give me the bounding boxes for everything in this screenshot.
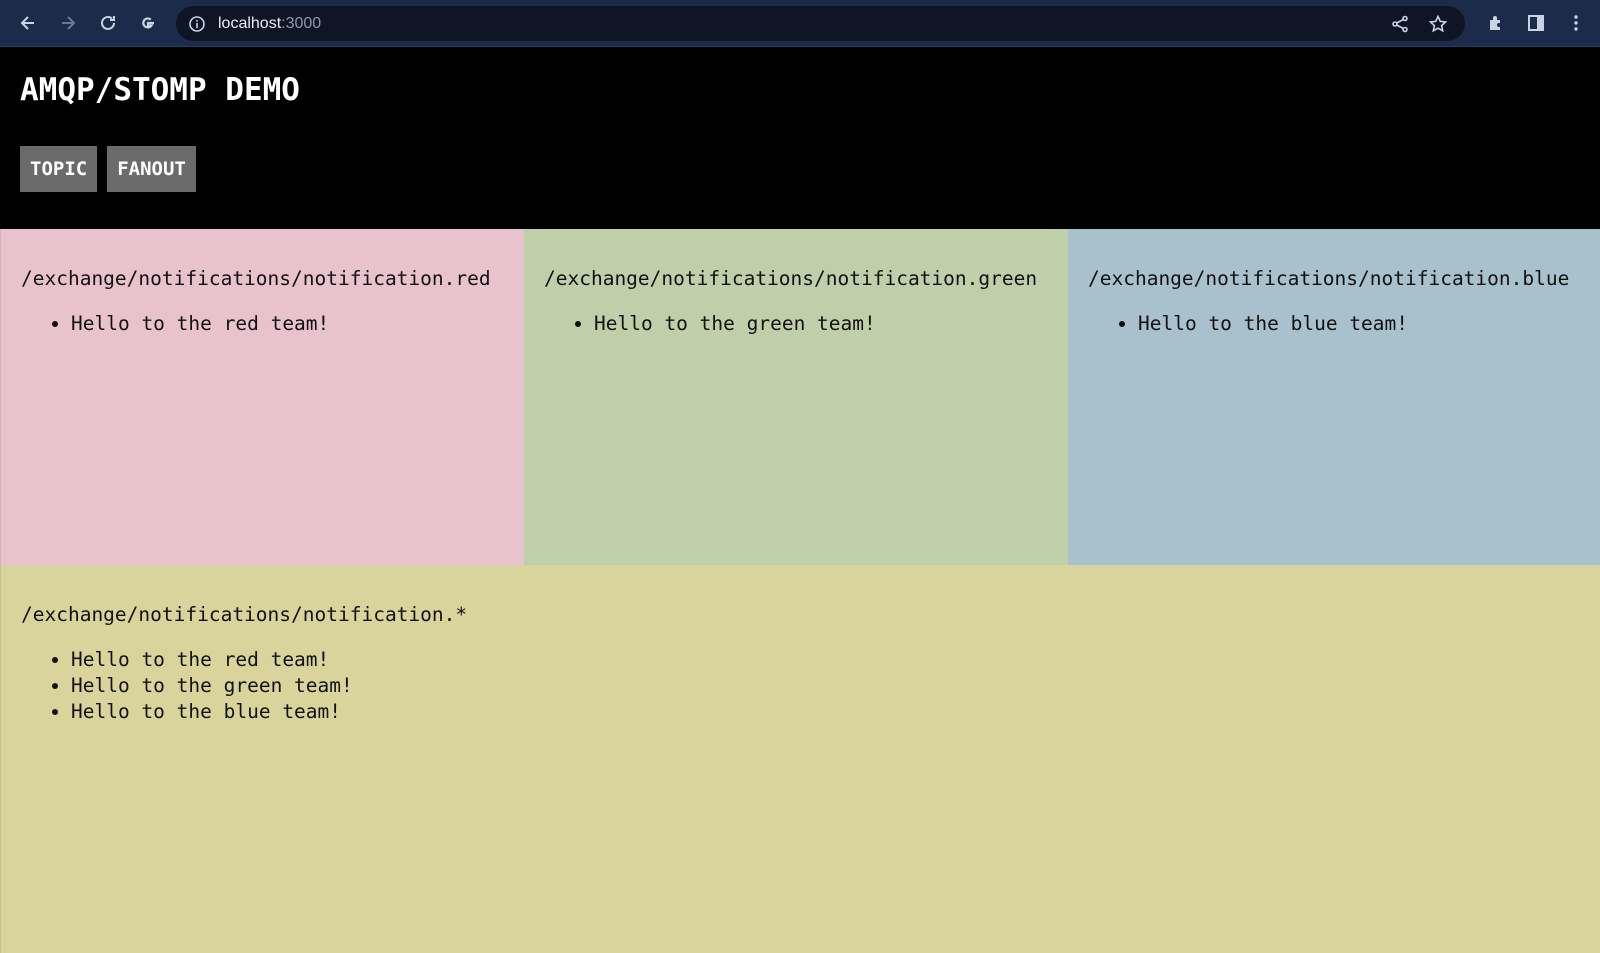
wildcard-panel: /exchange/notifications/notification.* H… (0, 565, 1600, 953)
message-list: Hello to the blue team! (1088, 311, 1580, 337)
url-port: :3000 (281, 14, 322, 32)
panel-topic: /exchange/notifications/notification.* (21, 603, 468, 626)
back-icon[interactable] (8, 3, 48, 43)
exchange-buttons: TOPIC FANOUT (20, 146, 1580, 192)
info-icon[interactable] (188, 15, 206, 33)
blue-panel: /exchange/notifications/notification.blu… (1068, 229, 1600, 565)
reload-icon[interactable] (88, 3, 128, 43)
app-title: AMQP/STOMP DEMO (20, 72, 300, 108)
bookmark-star-icon[interactable] (1419, 4, 1457, 44)
message-list: Hello to the red team! (21, 311, 504, 337)
page-content: AMQP/STOMP DEMO TOPIC FANOUT /exchange/n… (0, 48, 1600, 953)
kebab-menu-icon[interactable] (1556, 3, 1596, 43)
panel-topic: /exchange/notifications/notification.red (21, 267, 491, 290)
panel-topic: /exchange/notifications/notification.blu… (1088, 267, 1570, 290)
panel-topic: /exchange/notifications/notification.gre… (544, 267, 1038, 290)
topic-panels-row: /exchange/notifications/notification.red… (0, 229, 1600, 565)
message-list: Hello to the green team! (544, 311, 1048, 337)
fanout-button[interactable]: FANOUT (107, 146, 196, 192)
message-item: Hello to the red team! (71, 311, 504, 337)
google-icon[interactable] (128, 3, 168, 43)
address-bar[interactable]: localhost:3000 (176, 6, 1465, 41)
url-host: localhost (218, 14, 282, 32)
green-panel: /exchange/notifications/notification.gre… (524, 229, 1068, 565)
message-list: Hello to the red team! Hello to the gree… (21, 647, 1580, 725)
message-item: Hello to the blue team! (71, 699, 1580, 725)
message-item: Hello to the green team! (71, 673, 1580, 699)
red-panel: /exchange/notifications/notification.red… (0, 229, 524, 565)
share-icon[interactable] (1381, 4, 1419, 44)
side-panel-icon[interactable] (1516, 3, 1556, 43)
message-item: Hello to the red team! (71, 647, 1580, 673)
app-header: AMQP/STOMP DEMO TOPIC FANOUT (0, 48, 1600, 229)
message-item: Hello to the blue team! (1138, 311, 1580, 337)
message-item: Hello to the green team! (594, 311, 1048, 337)
topic-button[interactable]: TOPIC (20, 146, 98, 192)
forward-icon[interactable] (48, 3, 88, 43)
browser-toolbar: localhost:3000 (0, 0, 1600, 47)
extensions-icon[interactable] (1476, 3, 1516, 43)
